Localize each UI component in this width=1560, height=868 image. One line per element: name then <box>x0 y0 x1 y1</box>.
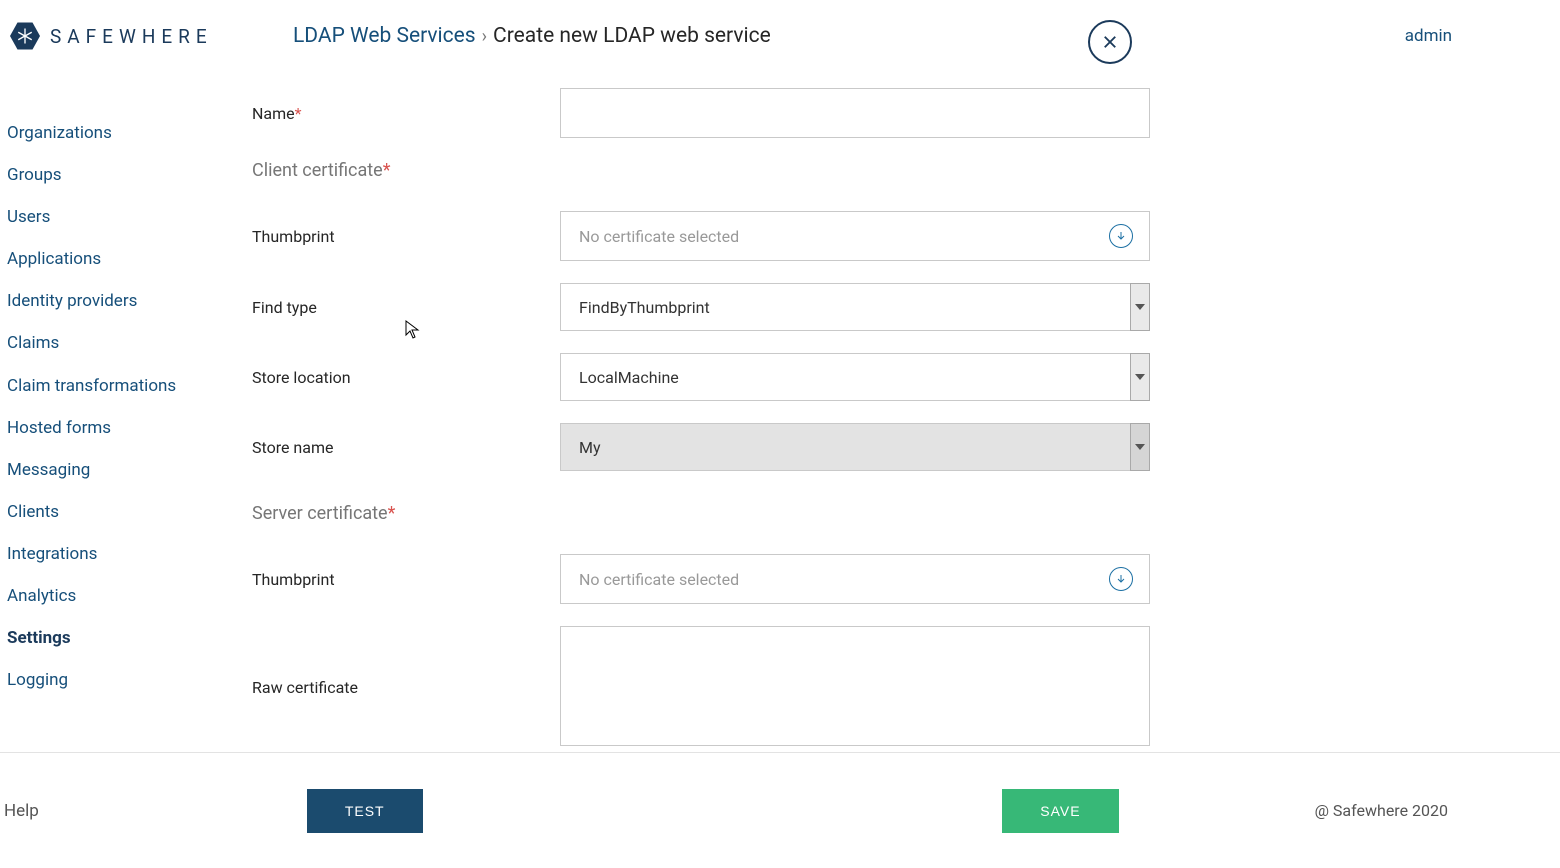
user-link[interactable]: admin <box>1405 26 1452 46</box>
brand-name: SAFEWHERE <box>50 25 213 48</box>
snowflake-icon <box>10 21 40 51</box>
client-thumbprint-placeholder: No certificate selected <box>579 227 1109 246</box>
help-link[interactable]: Help <box>4 801 39 821</box>
server-cert-section-header: Server certificate* <box>252 503 1152 524</box>
server-thumbprint-placeholder: No certificate selected <box>579 570 1109 589</box>
chevron-down-icon <box>1130 423 1150 471</box>
sidebar-item-organizations[interactable]: Organizations <box>7 112 227 154</box>
sidebar-item-claim-transformations[interactable]: Claim transformations <box>7 365 227 407</box>
copyright-text: @ Safewhere 2020 <box>1315 801 1448 820</box>
close-button[interactable] <box>1088 20 1132 64</box>
page-title: Create new LDAP web service <box>493 24 771 48</box>
download-icon[interactable] <box>1109 224 1133 248</box>
sidebar-item-settings[interactable]: Settings <box>7 617 227 659</box>
sidebar-item-applications[interactable]: Applications <box>7 238 227 280</box>
store-location-select[interactable]: LocalMachine <box>560 353 1150 401</box>
sidebar-nav: OrganizationsGroupsUsersApplicationsIden… <box>7 112 227 701</box>
store-name-select[interactable]: My <box>560 423 1150 471</box>
brand-logo[interactable]: SAFEWHERE <box>8 21 248 51</box>
sidebar-item-users[interactable]: Users <box>7 196 227 238</box>
sidebar-item-clients[interactable]: Clients <box>7 491 227 533</box>
sidebar-item-logging[interactable]: Logging <box>7 659 227 701</box>
server-thumbprint-label: Thumbprint <box>252 570 560 589</box>
name-input[interactable] <box>560 88 1150 138</box>
raw-cert-input[interactable] <box>560 626 1150 746</box>
breadcrumb-separator: › <box>482 26 487 47</box>
store-name-value: My <box>560 423 1130 471</box>
breadcrumb-parent[interactable]: LDAP Web Services <box>293 24 476 48</box>
find-type-value: FindByThumbprint <box>560 283 1130 331</box>
save-button[interactable]: SAVE <box>1002 789 1118 833</box>
store-location-value: LocalMachine <box>560 353 1130 401</box>
chevron-down-icon[interactable] <box>1130 353 1150 401</box>
breadcrumb: LDAP Web Services › Create new LDAP web … <box>293 24 771 48</box>
raw-cert-label: Raw certificate <box>252 626 560 697</box>
sidebar-item-messaging[interactable]: Messaging <box>7 449 227 491</box>
test-button[interactable]: TEST <box>307 789 423 833</box>
sidebar-item-analytics[interactable]: Analytics <box>7 575 227 617</box>
sidebar-item-hosted-forms[interactable]: Hosted forms <box>7 407 227 449</box>
sidebar-item-groups[interactable]: Groups <box>7 154 227 196</box>
sidebar-item-claims[interactable]: Claims <box>7 322 227 364</box>
find-type-select[interactable]: FindByThumbprint <box>560 283 1150 331</box>
store-name-label: Store name <box>252 438 560 457</box>
sidebar-item-identity-providers[interactable]: Identity providers <box>7 280 227 322</box>
close-icon <box>1101 33 1119 51</box>
chevron-down-icon[interactable] <box>1130 283 1150 331</box>
sidebar-item-integrations[interactable]: Integrations <box>7 533 227 575</box>
server-thumbprint-input[interactable]: No certificate selected <box>560 554 1150 604</box>
client-thumbprint-label: Thumbprint <box>252 227 560 246</box>
client-thumbprint-input[interactable]: No certificate selected <box>560 211 1150 261</box>
store-location-label: Store location <box>252 368 560 387</box>
client-cert-section-header: Client certificate* <box>252 160 1152 181</box>
download-icon[interactable] <box>1109 567 1133 591</box>
name-label: Name* <box>252 104 560 123</box>
find-type-label: Find type <box>252 298 560 317</box>
